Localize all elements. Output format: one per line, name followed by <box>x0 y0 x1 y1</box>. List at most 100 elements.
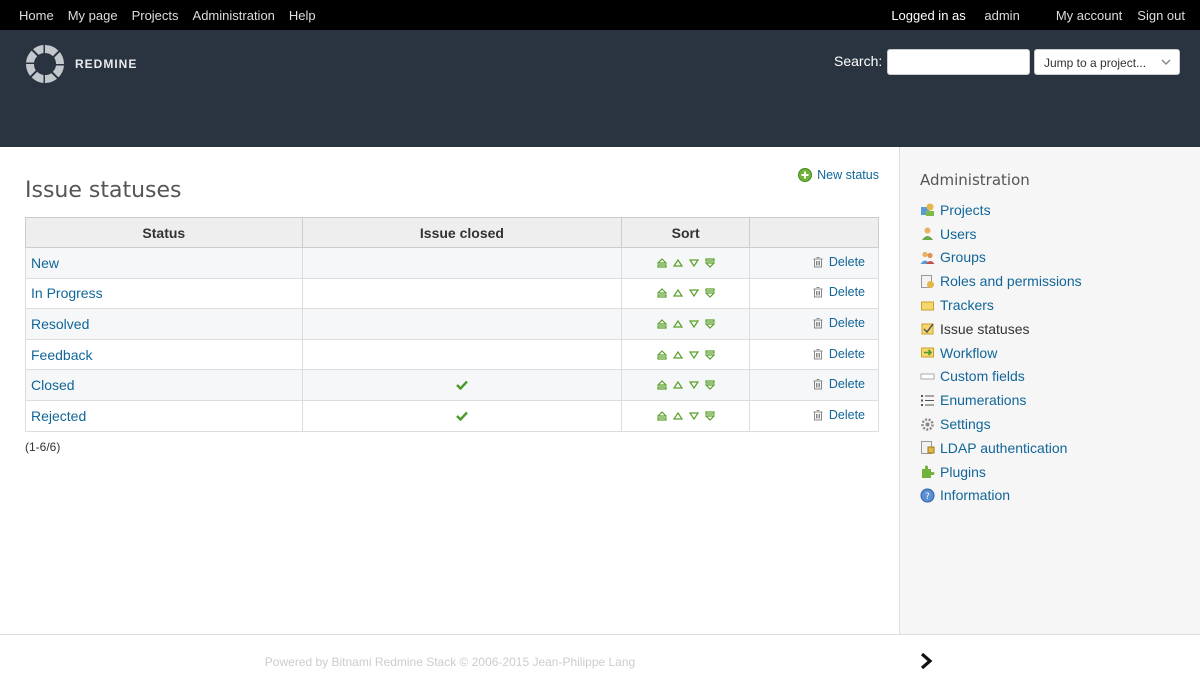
search-label: Search: <box>834 53 883 69</box>
move-to-top-icon[interactable] <box>656 347 668 360</box>
sort-cell <box>621 247 751 279</box>
menu-administration[interactable]: Administration <box>193 8 275 23</box>
sidebar-item-label[interactable]: Plugins <box>940 464 986 480</box>
trash-icon <box>813 287 823 298</box>
move-to-top-icon[interactable] <box>656 316 668 329</box>
sidebar-item-label[interactable]: Groups <box>940 249 986 265</box>
column-header-sort: Sort <box>621 217 751 248</box>
sidebar-item-plugins[interactable]: Plugins <box>920 460 1082 484</box>
issue-statuses-table: Status Issue closed Sort New Delete In P… <box>25 217 879 432</box>
move-down-icon[interactable] <box>688 347 699 359</box>
move-to-bottom-icon[interactable] <box>704 408 716 421</box>
sidebar-item-label[interactable]: Roles and permissions <box>940 273 1082 289</box>
move-down-icon[interactable] <box>688 377 699 390</box>
move-up-icon[interactable] <box>672 316 683 328</box>
status-name-link[interactable]: In Progress <box>26 285 103 301</box>
sidebar-item-trackers[interactable]: Trackers <box>920 293 1082 317</box>
sidebar-item-ldap-authentication[interactable]: LDAP authentication <box>920 436 1082 460</box>
menu-home[interactable]: Home <box>19 8 54 23</box>
svg-text:?: ? <box>925 492 930 502</box>
issue-closed-cell <box>301 369 623 401</box>
trash-icon <box>813 256 823 268</box>
sidebar-item-information[interactable]: ? Information <box>920 484 1082 508</box>
move-up-icon[interactable] <box>672 285 683 297</box>
chevron-right-icon[interactable] <box>920 653 934 669</box>
status-name-link[interactable]: Closed <box>26 377 75 393</box>
checkmark-icon <box>456 411 468 421</box>
user-icon <box>920 226 935 241</box>
sidebar-item-users[interactable]: Users <box>920 222 1082 246</box>
logo-text[interactable]: REDMINE <box>75 57 137 71</box>
sidebar-item-workflow[interactable]: Workflow <box>920 341 1082 365</box>
move-to-bottom-icon[interactable] <box>704 255 716 268</box>
contextual-actions: New status <box>798 168 879 182</box>
move-down-icon[interactable] <box>688 408 699 420</box>
current-user-link[interactable]: admin <box>984 8 1019 23</box>
sort-cell <box>621 338 751 371</box>
delete-label: Delete <box>828 285 865 300</box>
move-to-top-icon[interactable] <box>656 408 668 421</box>
sidebar-item-roles-and-permissions[interactable]: Roles and permissions <box>920 269 1082 293</box>
status-name-link[interactable]: Rejected <box>26 408 86 424</box>
menu-my-account[interactable]: My account <box>1056 8 1122 23</box>
status-name-cell: Feedback <box>25 338 303 371</box>
jump-to-project-label: Jump to a project... <box>1044 56 1147 70</box>
delete-link[interactable]: Delete <box>812 377 865 391</box>
sidebar-item-label[interactable]: Information <box>940 487 1010 503</box>
sidebar-item-label[interactable]: Projects <box>940 202 991 218</box>
move-to-bottom-icon[interactable] <box>704 316 716 329</box>
status-name-cell: New <box>25 247 303 279</box>
delete-link[interactable]: Delete <box>812 316 865 330</box>
status-name-link[interactable]: New <box>26 255 59 271</box>
delete-link[interactable]: Delete <box>812 347 865 361</box>
jump-to-project-select[interactable]: Jump to a project... <box>1034 49 1180 75</box>
sidebar-item-groups[interactable]: Groups <box>920 246 1082 270</box>
redmine-logo-icon[interactable] <box>25 44 65 84</box>
actions-cell: Delete <box>749 338 879 371</box>
menu-my-page[interactable]: My page <box>68 8 118 23</box>
sidebar-item-enumerations[interactable]: Enumerations <box>920 388 1082 412</box>
delete-link[interactable]: Delete <box>812 285 865 299</box>
header: REDMINE Search: Jump to a project... <box>0 30 1200 147</box>
issue-closed-cell <box>301 247 623 279</box>
move-down-icon[interactable] <box>688 316 699 329</box>
menu-sign-out[interactable]: Sign out <box>1137 8 1185 23</box>
trash-icon <box>813 409 823 421</box>
move-down-icon[interactable] <box>688 285 699 298</box>
move-up-icon[interactable] <box>672 408 683 420</box>
move-to-top-icon[interactable] <box>656 377 668 390</box>
column-header-actions <box>749 217 879 248</box>
menu-projects[interactable]: Projects <box>132 8 179 23</box>
move-up-icon[interactable] <box>672 377 683 389</box>
sidebar-item-projects[interactable]: Projects <box>920 198 1082 222</box>
sidebar-item-settings[interactable]: Settings <box>920 412 1082 436</box>
sidebar-item-label[interactable]: Enumerations <box>940 392 1026 408</box>
delete-link[interactable]: Delete <box>812 408 865 422</box>
move-to-bottom-icon[interactable] <box>704 377 716 391</box>
move-down-icon[interactable] <box>688 255 699 267</box>
sidebar-item-custom-fields[interactable]: Custom fields <box>920 365 1082 389</box>
move-to-top-icon[interactable] <box>656 255 668 268</box>
move-to-bottom-icon[interactable] <box>704 285 716 299</box>
sidebar-item-label[interactable]: Workflow <box>940 345 997 361</box>
sidebar-item-label[interactable]: Trackers <box>940 297 994 313</box>
trash-icon <box>813 348 823 360</box>
actions-cell: Delete <box>749 247 879 279</box>
new-status-link[interactable]: New status <box>817 168 879 182</box>
sidebar-item-label[interactable]: LDAP authentication <box>940 440 1067 456</box>
pagination-count: (1-6/6) <box>25 440 61 454</box>
sidebar-item-label[interactable]: Settings <box>940 416 991 432</box>
move-up-icon[interactable] <box>672 347 683 359</box>
move-to-top-icon[interactable] <box>656 285 668 298</box>
sidebar-item-label[interactable]: Custom fields <box>940 368 1025 384</box>
status-name-link[interactable]: Resolved <box>26 316 89 332</box>
delete-label: Delete <box>828 346 865 361</box>
menu-help[interactable]: Help <box>289 8 316 23</box>
delete-link[interactable]: Delete <box>812 255 865 269</box>
status-name-link[interactable]: Feedback <box>26 347 92 363</box>
search-input[interactable] <box>887 49 1030 75</box>
tracker-icon <box>920 298 935 313</box>
move-to-bottom-icon[interactable] <box>704 347 716 360</box>
move-up-icon[interactable] <box>672 255 683 267</box>
sidebar-item-label[interactable]: Users <box>940 226 977 242</box>
